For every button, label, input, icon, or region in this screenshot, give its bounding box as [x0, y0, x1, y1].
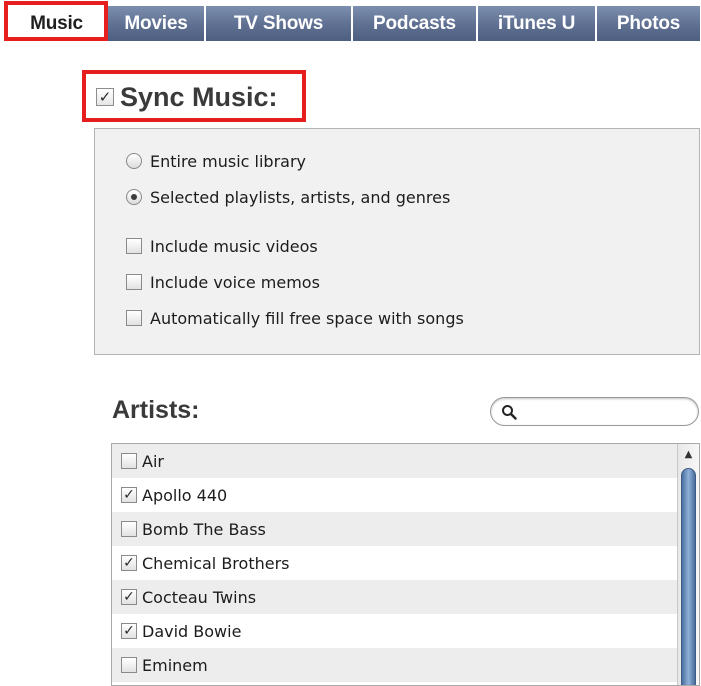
tab-itunes-u-label: iTunes U [497, 12, 576, 34]
option-selected-items[interactable]: Selected playlists, artists, and genres [126, 184, 450, 210]
artist-name: Chemical Brothers [142, 553, 290, 573]
include-voice-memos-checkbox[interactable] [126, 274, 142, 290]
artist-name: Bomb The Bass [142, 519, 266, 539]
artist-row-eminem[interactable]: Eminem [112, 648, 678, 682]
option-include-music-videos[interactable]: Include music videos [126, 233, 318, 259]
tab-tv-shows[interactable]: TV Shows [206, 6, 352, 41]
artist-checkbox-eminem[interactable] [121, 657, 137, 673]
artist-list-scrollbar[interactable]: ▲ [677, 444, 699, 685]
artist-search-input[interactable] [523, 402, 688, 422]
option-include-voice-memos[interactable]: Include voice memos [126, 269, 320, 295]
artist-row-cocteau-twins[interactable]: ✓ Cocteau Twins [112, 580, 678, 614]
scroll-thumb[interactable] [681, 468, 696, 685]
tab-music-label: Music [30, 12, 83, 34]
artist-checkbox-bomb-the-bass[interactable] [121, 521, 137, 537]
artist-name: Eminem [142, 655, 208, 675]
artist-row-chemical-brothers[interactable]: ✓ Chemical Brothers [112, 546, 678, 580]
scroll-up-arrow-icon[interactable]: ▲ [678, 444, 699, 464]
selected-items-label: Selected playlists, artists, and genres [150, 187, 451, 207]
tab-podcasts[interactable]: Podcasts [353, 6, 477, 41]
autofill-label: Automatically fill free space with songs [150, 308, 464, 328]
artist-checkbox-apollo-440[interactable]: ✓ [121, 487, 137, 503]
tab-music[interactable]: Music [8, 6, 106, 41]
tab-tv-shows-label: TV Shows [233, 12, 324, 34]
sync-music-toggle[interactable]: ✓ Sync Music: [96, 78, 278, 116]
tab-movies[interactable]: Movies [108, 6, 205, 41]
artist-name: Apollo 440 [142, 485, 228, 505]
entire-library-label: Entire music library [150, 151, 306, 171]
include-voice-memos-label: Include voice memos [150, 272, 320, 292]
tab-photos-label: Photos [616, 12, 681, 34]
tab-podcasts-label: Podcasts [373, 12, 456, 34]
artist-row-david-bowie[interactable]: ✓ David Bowie [112, 614, 678, 648]
artist-checkbox-cocteau-twins[interactable]: ✓ [121, 589, 137, 605]
artists-heading: Artists: [112, 396, 200, 424]
tab-bar: Music Movies TV Shows Podcasts iTunes U … [0, 0, 701, 41]
artist-list: Air ✓ Apollo 440 Bomb The Bass ✓ Chemica… [111, 443, 700, 686]
tab-itunes-u[interactable]: iTunes U [478, 6, 596, 41]
artist-checkbox-chemical-brothers[interactable]: ✓ [121, 555, 137, 571]
include-music-videos-checkbox[interactable] [126, 238, 142, 254]
selected-items-radio[interactable] [126, 189, 142, 205]
artist-row-air[interactable]: Air [112, 444, 678, 478]
artist-checkbox-david-bowie[interactable]: ✓ [121, 623, 137, 639]
sync-music-checkbox[interactable]: ✓ [96, 88, 114, 106]
include-music-videos-label: Include music videos [150, 236, 318, 256]
tab-movies-label: Movies [124, 12, 188, 34]
artist-row-bomb-the-bass[interactable]: Bomb The Bass [112, 512, 678, 546]
option-autofill[interactable]: Automatically fill free space with songs [126, 305, 464, 331]
artist-checkbox-air[interactable] [121, 453, 137, 469]
artist-row-apollo-440[interactable]: ✓ Apollo 440 [112, 478, 678, 512]
tab-photos[interactable]: Photos [597, 6, 701, 41]
artist-search-field[interactable] [490, 397, 699, 426]
artist-name: Cocteau Twins [142, 587, 257, 607]
artist-name: David Bowie [142, 621, 242, 641]
sync-music-title: Sync Music: [120, 81, 278, 112]
artist-name: Air [142, 451, 164, 471]
itunes-sync-page: Music Movies TV Shows Podcasts iTunes U … [0, 0, 701, 686]
entire-library-radio[interactable] [126, 153, 142, 169]
search-icon [502, 405, 517, 420]
autofill-checkbox[interactable] [126, 310, 142, 326]
option-entire-library[interactable]: Entire music library [126, 148, 306, 174]
